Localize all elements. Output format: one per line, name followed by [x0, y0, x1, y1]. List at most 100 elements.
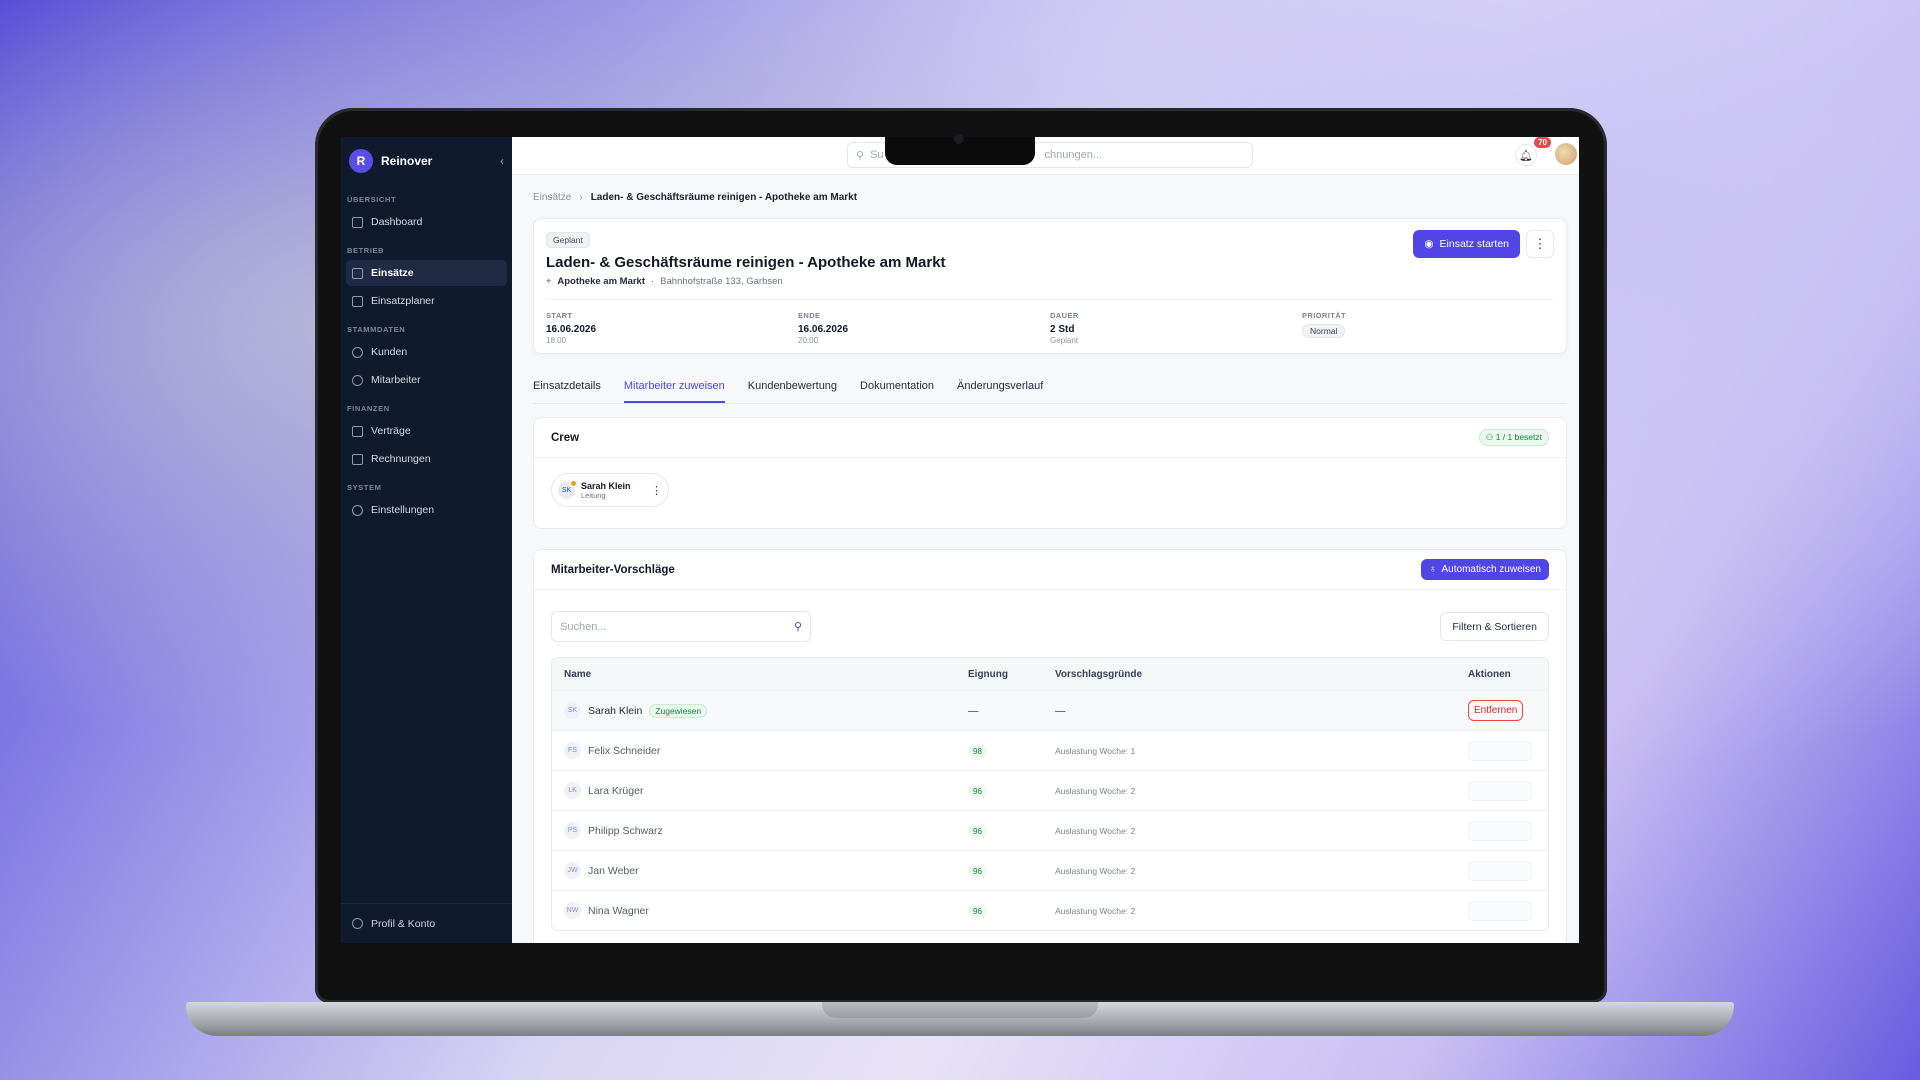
- crew-member-role: Leitung: [581, 490, 606, 500]
- assign-button[interactable]: [1468, 740, 1532, 761]
- auto-assign-button[interactable]: ♁ Automatisch zuweisen: [1421, 559, 1549, 580]
- tab-aenderungsverlauf[interactable]: Änderungsverlauf: [957, 378, 1043, 403]
- employee-name: Felix Schneider: [588, 744, 661, 757]
- employee-name: Lara Krüger: [588, 784, 644, 797]
- breadcrumb-parent[interactable]: Einsätze: [533, 192, 571, 203]
- assign-button[interactable]: [1468, 860, 1532, 881]
- suggestions-card: Mitarbeiter-Vorschläge ♁ Automatisch zuw…: [533, 549, 1567, 943]
- avatar: FS: [564, 742, 581, 759]
- start-job-button[interactable]: ◉ Einsatz starten: [1413, 230, 1520, 258]
- nav-section-label: FINANZEN: [347, 404, 390, 413]
- sidebar-item-label: Rechnungen: [371, 453, 431, 465]
- score-badge: 96: [968, 825, 987, 837]
- filter-sort-button[interactable]: Filtern & Sortieren: [1440, 612, 1549, 641]
- brand[interactable]: R Reinover ‹: [341, 137, 512, 185]
- job-meta: START 16.06.2026 18:00 ENDE 16.06.2026 2…: [546, 299, 1554, 345]
- more-options-icon[interactable]: ⋮: [1526, 230, 1554, 258]
- sidebar-item-rechnungen[interactable]: Rechnungen: [346, 446, 507, 472]
- tab-dokumentation[interactable]: Dokumentation: [860, 378, 934, 403]
- table-row[interactable]: NW Nina Wagner 96 Auslastung Woche: 2: [552, 890, 1548, 930]
- cell-action: [1468, 820, 1536, 841]
- search-icon: ⚲: [793, 621, 802, 633]
- cell-fit: —: [968, 704, 979, 717]
- brand-name: Reinover: [381, 154, 433, 168]
- user-cog-icon: [352, 374, 363, 386]
- meta-value: 16.06.2026: [798, 324, 849, 335]
- nav-section-label: SYSTEM: [347, 483, 382, 492]
- cell-reason: Auslastung Woche: 2: [1055, 905, 1136, 916]
- avatar: NW: [564, 902, 581, 919]
- score-badge: 98: [968, 745, 987, 757]
- job-header-card: Geplant Laden- & Geschäftsräume reinigen…: [533, 218, 1567, 354]
- avatar: SK: [558, 479, 577, 499]
- search-placeholder-left: Su: [870, 149, 884, 161]
- play-circle-icon: ◉: [1424, 238, 1434, 250]
- suggestions-table: Name Eignung Vorschlagsgründe Aktionen S…: [551, 657, 1549, 931]
- assign-button[interactable]: [1468, 900, 1532, 921]
- meta-label: PRIORITÄT: [1302, 311, 1347, 320]
- score-badge: 96: [968, 905, 987, 917]
- sidebar-item-label: Mitarbeiter: [371, 374, 421, 386]
- column-header[interactable]: Vorschlagsgründe: [1055, 669, 1468, 680]
- avatar: JW: [564, 862, 581, 879]
- meta-start: START 16.06.2026 18:00: [546, 311, 798, 345]
- assign-button[interactable]: [1468, 780, 1532, 801]
- column-header[interactable]: Eignung: [968, 669, 1055, 680]
- search-icon: ⚲: [856, 149, 865, 162]
- receipt-icon: [352, 453, 363, 465]
- sidebar-item-dashboard[interactable]: Dashboard: [346, 209, 507, 235]
- crew-member-chip[interactable]: SK Sarah Klein Leitung ⋮: [551, 473, 669, 507]
- bell-icon[interactable]: 🔔︎: [1515, 144, 1537, 166]
- leader-dot-icon: [570, 479, 577, 487]
- cell-fit: 96: [968, 785, 1055, 797]
- meta-sub: 18:00: [546, 336, 567, 345]
- location-name: Apotheke am Markt: [557, 276, 645, 287]
- sidebar-item-profile[interactable]: Profil & Konto: [341, 903, 512, 943]
- table-row[interactable]: JW Jan Weber 96 Auslastung Woche: 2: [552, 850, 1548, 890]
- nav-section-label: BETRIEB: [347, 246, 385, 255]
- table-row[interactable]: LK Lara Krüger 96 Auslastung Woche: 2: [552, 770, 1548, 810]
- suggestions-search-input[interactable]: Suchen... ⚲: [551, 611, 811, 642]
- crew-member-name: Sarah Klein: [581, 480, 631, 491]
- remove-button[interactable]: Entfernen: [1468, 700, 1524, 721]
- calendar-icon: [352, 295, 363, 307]
- app-screen: R Reinover ‹ ÜBERSICHT Dashboard BETRIEB…: [341, 137, 1579, 943]
- sidebar-item-einsatzplaner[interactable]: Einsatzplaner: [346, 288, 507, 314]
- assign-button[interactable]: [1468, 820, 1532, 841]
- cell-fit: 96: [968, 825, 1055, 837]
- tab-kundenbewertung[interactable]: Kundenbewertung: [748, 378, 837, 403]
- sidebar-item-label: Kunden: [371, 346, 408, 358]
- table-row[interactable]: SK Sarah Klein Zugewiesen — — Entfernen: [552, 690, 1548, 730]
- sidebar: R Reinover ‹ ÜBERSICHT Dashboard BETRIEB…: [341, 137, 512, 943]
- table-row[interactable]: FS Felix Schneider 98 Auslastung Woche: 1: [552, 730, 1548, 770]
- sidebar-item-kunden[interactable]: Kunden: [346, 339, 507, 365]
- meta-priority: PRIORITÄT Normal: [1302, 311, 1554, 345]
- content: Einsätze › Laden- & Geschäftsräume reini…: [512, 175, 1579, 943]
- suggestions-toolbar: Suchen... ⚲ Filtern & Sortieren: [534, 611, 1566, 642]
- sidebar-item-einstellungen[interactable]: Einstellungen: [346, 497, 507, 523]
- sidebar-item-vertraege[interactable]: Verträge: [346, 418, 507, 444]
- sidebar-item-label: Profil & Konto: [371, 917, 436, 930]
- more-options-icon[interactable]: ⋮: [651, 484, 662, 497]
- avatar-initials: SK: [561, 486, 572, 494]
- map-pin-icon: ⌖: [546, 276, 552, 287]
- sidebar-item-mitarbeiter[interactable]: Mitarbeiter: [346, 367, 507, 393]
- chevron-right-icon: ›: [579, 192, 583, 203]
- tab-mitarbeiter-zuweisen[interactable]: Mitarbeiter zuweisen: [623, 378, 725, 403]
- avatar[interactable]: [1555, 143, 1577, 165]
- column-header[interactable]: Name: [564, 669, 968, 680]
- tab-einsatzdetails[interactable]: Einsatzdetails: [533, 378, 601, 403]
- employee-name: Jan Weber: [588, 864, 639, 877]
- cell-fit: 96: [968, 905, 1055, 917]
- search-placeholder: Suchen...: [560, 620, 607, 633]
- nav-section-label: STAMMDATEN: [347, 325, 406, 334]
- employee-name: Sarah Klein: [588, 704, 643, 717]
- cell-name: PS Philipp Schwarz: [564, 822, 968, 839]
- table-row[interactable]: PS Philipp Schwarz 96 Auslastung Woche: 2: [552, 810, 1548, 850]
- users-icon: ⚇: [1485, 432, 1496, 442]
- crew-title: Crew: [551, 431, 580, 444]
- cell-name: JW Jan Weber: [564, 862, 968, 879]
- avatar: PS: [564, 822, 581, 839]
- sidebar-item-einsaetze[interactable]: Einsätze: [346, 260, 507, 286]
- chevron-left-icon[interactable]: ‹: [500, 154, 504, 168]
